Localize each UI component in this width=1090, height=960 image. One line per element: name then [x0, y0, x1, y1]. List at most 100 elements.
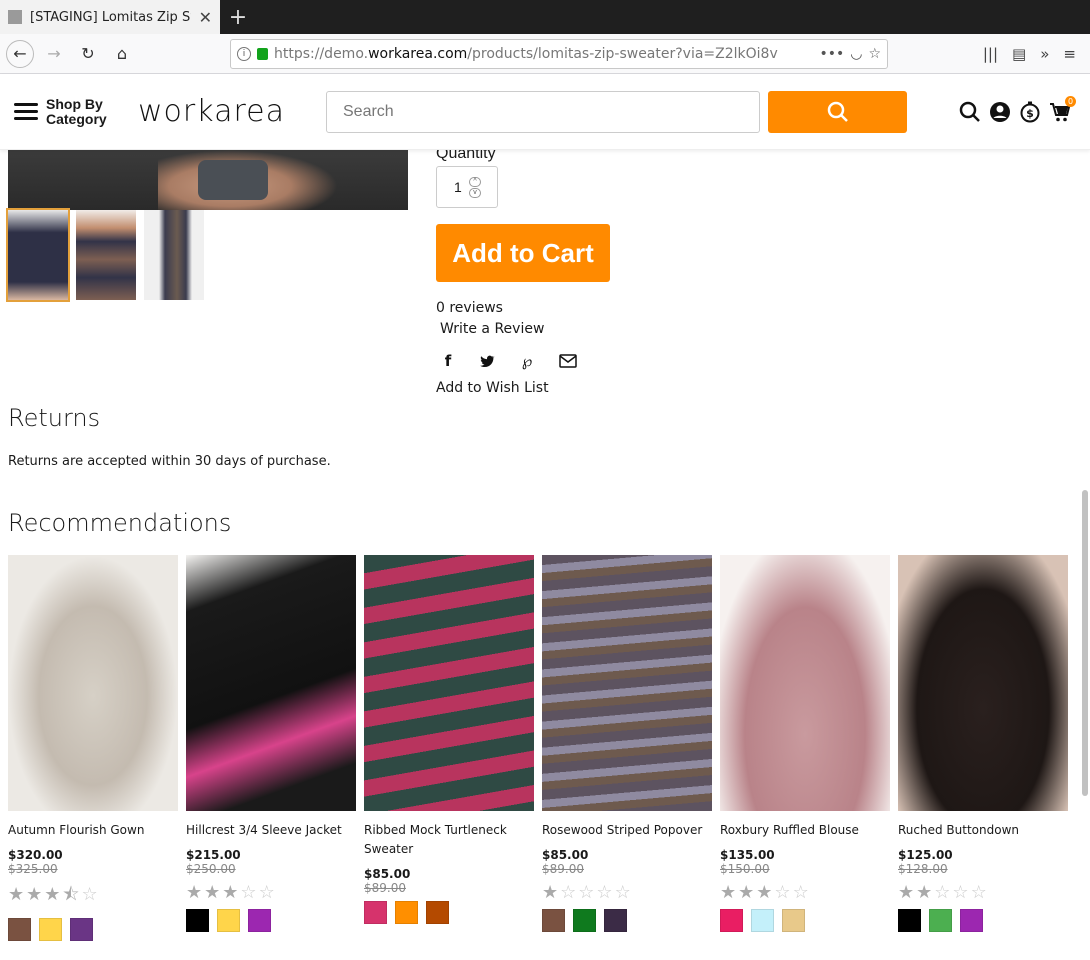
color-swatch[interactable] [751, 909, 774, 932]
quantity-stepper[interactable]: 1 ^ v [436, 166, 498, 208]
address-bar[interactable]: i https://demo.workarea.com/products/lom… [230, 38, 888, 69]
product-name[interactable]: Hillcrest 3/4 Sleeve Jacket [186, 821, 356, 840]
product-card[interactable]: Roxbury Ruffled Blouse $135.00 $150.00 ★… [720, 555, 890, 941]
product-original-price: $89.00 [542, 862, 584, 876]
twitter-icon[interactable] [480, 355, 495, 368]
product-image[interactable] [8, 555, 178, 811]
star-icon: ★ [44, 884, 63, 905]
search-button[interactable] [768, 90, 907, 133]
star-icon: ★ [542, 882, 561, 903]
product-thumbnail[interactable] [6, 208, 70, 302]
search-toggle-icon[interactable] [958, 100, 982, 124]
product-price: $125.00 [898, 848, 953, 862]
color-swatch[interactable] [217, 909, 240, 932]
star-icon: ★ [26, 884, 45, 905]
cart-count-badge: 0 [1065, 95, 1076, 107]
product-card[interactable]: Ruched Buttondown $125.00 $128.00 ★★☆☆☆ [898, 555, 1068, 941]
color-swatches [364, 901, 534, 924]
product-name[interactable]: Autumn Flourish Gown [8, 821, 178, 840]
cart-button[interactable]: 0 [1048, 95, 1076, 124]
color-swatch[interactable] [542, 909, 565, 932]
color-swatch[interactable] [8, 918, 31, 941]
color-swatch[interactable] [39, 918, 62, 941]
home-button[interactable]: ⌂ [108, 40, 136, 68]
product-image[interactable] [542, 555, 712, 811]
rating-stars: ★★☆☆☆ [898, 882, 1068, 903]
product-name[interactable]: Ribbed Mock Turtleneck Sweater [364, 821, 534, 859]
rating-stars: ★★★☆☆ [186, 882, 356, 903]
returns-heading: Returns [8, 404, 101, 432]
sidebar-icon[interactable]: ▤ [1012, 45, 1026, 63]
add-to-cart-button[interactable]: Add to Cart [436, 224, 610, 282]
color-swatch[interactable] [426, 901, 449, 924]
pinterest-icon[interactable]: ℘ [519, 352, 535, 370]
overflow-icon[interactable]: » [1040, 45, 1049, 63]
star-icon: ★ [738, 882, 757, 903]
product-card[interactable]: Autumn Flourish Gown $320.00 $325.00 ★★★… [8, 555, 178, 941]
product-name[interactable]: Ruched Buttondown [898, 821, 1068, 840]
facebook-icon[interactable]: f [440, 352, 456, 370]
url-text[interactable]: https://demo.workarea.com/products/lomit… [274, 46, 813, 62]
add-to-wishlist-link[interactable]: Add to Wish List [436, 380, 549, 396]
library-icon[interactable]: ||| [983, 45, 998, 63]
search-icon [827, 101, 848, 122]
product-price: $85.00 [364, 867, 411, 881]
product-card[interactable]: Ribbed Mock Turtleneck Sweater $85.00 $8… [364, 555, 534, 941]
product-image[interactable] [898, 555, 1068, 811]
site-logo[interactable]: workarea [138, 94, 313, 129]
color-swatches [186, 909, 356, 932]
favicon-icon [8, 10, 22, 24]
product-main-image[interactable] [8, 150, 408, 210]
color-swatch[interactable] [929, 909, 952, 932]
product-thumbnail[interactable] [76, 210, 136, 300]
color-swatch[interactable] [960, 909, 983, 932]
scrollbar[interactable] [1082, 490, 1088, 796]
account-icon[interactable] [988, 100, 1012, 124]
search-input[interactable] [343, 102, 743, 121]
color-swatch[interactable] [782, 909, 805, 932]
info-icon[interactable]: i [237, 46, 251, 61]
bookmark-star-icon[interactable]: ☆ [868, 46, 881, 62]
star-icon: ⯪ [62, 884, 82, 905]
color-swatch[interactable] [364, 901, 387, 924]
pocket-icon[interactable]: ◡ [850, 46, 862, 62]
color-swatch[interactable] [248, 909, 271, 932]
decrement-icon[interactable]: v [469, 188, 481, 198]
more-icon[interactable]: ••• [819, 46, 844, 62]
product-card[interactable]: Rosewood Striped Popover $85.00 $89.00 ★… [542, 555, 712, 941]
color-swatch[interactable] [898, 909, 921, 932]
email-icon[interactable] [559, 354, 577, 368]
product-card[interactable]: Hillcrest 3/4 Sleeve Jacket $215.00 $250… [186, 555, 356, 941]
forward-button[interactable]: → [40, 40, 68, 68]
color-swatch[interactable] [70, 918, 93, 941]
reload-button[interactable]: ↻ [74, 40, 102, 68]
new-tab-button[interactable]: + [220, 0, 256, 34]
search-field[interactable] [326, 90, 760, 133]
increment-icon[interactable]: ^ [469, 177, 481, 187]
write-review-link[interactable]: Write a Review [440, 321, 544, 337]
browser-tab[interactable]: [STAGING] Lomitas Zip Sw ✕ [0, 0, 220, 34]
color-swatch[interactable] [573, 909, 596, 932]
shop-by-category-button[interactable]: Shop By Category [14, 95, 124, 127]
back-button[interactable]: ← [6, 39, 34, 68]
product-name[interactable]: Rosewood Striped Popover [542, 821, 712, 840]
close-tab-icon[interactable]: ✕ [199, 8, 212, 27]
menu-icon[interactable]: ≡ [1063, 45, 1076, 63]
deals-icon[interactable]: $ [1018, 100, 1042, 124]
product-name[interactable]: Roxbury Ruffled Blouse [720, 821, 890, 840]
color-swatch[interactable] [604, 909, 627, 932]
product-image[interactable] [186, 555, 356, 811]
product-image[interactable] [720, 555, 890, 811]
star-icon: ☆ [774, 882, 793, 903]
quantity-value[interactable]: 1 [454, 179, 462, 195]
color-swatch[interactable] [395, 901, 418, 924]
shop-by-label: Shop By [46, 95, 103, 112]
hamburger-icon [14, 103, 38, 120]
rating-stars: ★☆☆☆☆ [542, 882, 712, 903]
color-swatch[interactable] [186, 909, 209, 932]
star-icon: ★ [186, 882, 205, 903]
product-thumbnail[interactable] [144, 210, 204, 300]
product-image[interactable] [364, 555, 534, 811]
color-swatch[interactable] [720, 909, 743, 932]
reviews-count[interactable]: 0 reviews [436, 300, 503, 316]
